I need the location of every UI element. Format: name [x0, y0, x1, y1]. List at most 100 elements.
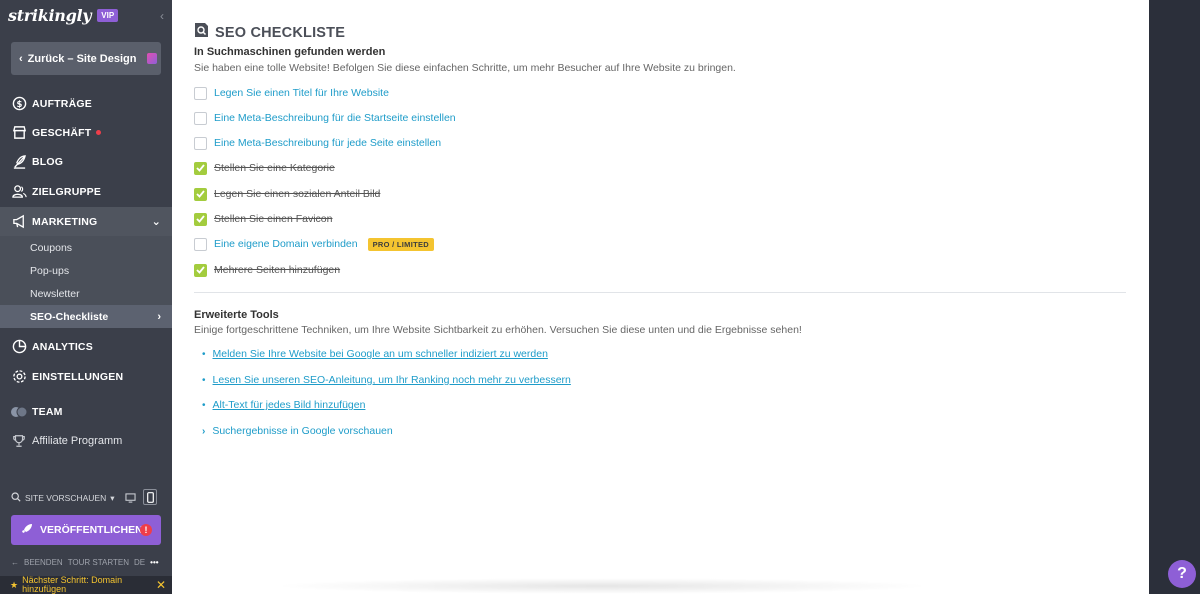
sidebar: strikingly VIP ‹ ‹ Zurück – Site Design … — [0, 0, 172, 594]
checkbox[interactable] — [194, 237, 207, 251]
checklist-label[interactable]: Eine Meta-Beschreibung für die Startseit… — [214, 112, 456, 124]
checkbox-checked[interactable] — [194, 161, 207, 175]
sidebar-item-affiliate[interactable]: Affiliate Programm — [0, 429, 172, 453]
site-preview-toggle[interactable]: SITE VORSCHAUEN ▾ — [11, 489, 161, 507]
vip-badge: VIP — [97, 9, 119, 22]
exit-tour-link[interactable]: BEENDEN — [24, 558, 63, 567]
page-title: SEO CHECKLISTE — [215, 24, 346, 41]
link-text[interactable]: Lesen Sie unseren SEO-Anleitung, um Ihr … — [213, 374, 571, 386]
sidebar-item-analytics[interactable]: ANALYTICS — [0, 332, 172, 361]
link-text[interactable]: Alt-Text für jedes Bild hinzufügen — [213, 399, 366, 411]
back-to-site-design-button[interactable]: ‹ Zurück – Site Design — [11, 42, 161, 75]
help-button[interactable]: ? — [1168, 560, 1196, 588]
checkmark-icon — [196, 190, 205, 198]
checklist-label: Mehrere Seiten hinzufügen — [214, 264, 341, 276]
sidebar-subitem-popups[interactable]: Pop-ups — [0, 259, 172, 282]
section-desc-search-engines: Sie haben eine tolle Website! Befolgen S… — [194, 62, 736, 74]
sidebar-item-blog[interactable]: BLOG — [0, 147, 172, 176]
checklist-item[interactable]: Eine Meta-Beschreibung für die Startseit… — [194, 110, 456, 126]
store-icon — [11, 125, 27, 141]
sidebar-item-settings[interactable]: EINSTELLUNGEN — [0, 362, 172, 391]
chevron-down-icon: ⌄ — [151, 216, 161, 228]
checklist-label[interactable]: Legen Sie einen Titel für Ihre Website — [214, 87, 389, 99]
tour-controls: ← BEENDEN TOUR STARTEN DE ••• — [11, 558, 161, 567]
seo-search-icon — [194, 22, 209, 43]
checklist-item[interactable]: Eine Meta-Beschreibung für jede Seite ei… — [194, 135, 441, 151]
section-desc-advanced-tools: Einige fortgeschrittene Techniken, um Ih… — [194, 324, 802, 336]
search-icon — [11, 492, 21, 504]
chevron-right-icon: › — [157, 310, 161, 323]
team-avatars-icon — [11, 404, 27, 420]
chevron-left-icon: ‹ — [19, 52, 23, 65]
sidebar-item-audience[interactable]: ZIELGRUPPE — [0, 177, 172, 206]
star-icon: ★ — [10, 579, 19, 590]
collapse-sidebar-icon[interactable]: ‹ — [160, 9, 164, 23]
start-tour-link[interactable]: TOUR STARTEN — [68, 558, 129, 567]
checklist-item[interactable]: Stellen Sie einen Favicon — [194, 211, 333, 227]
section-title-search-engines: In Suchmaschinen gefunden werden — [194, 46, 386, 58]
subitem-label: Pop-ups — [30, 264, 70, 277]
sidebar-item-marketing[interactable]: MARKETING ⌄ — [0, 207, 172, 236]
rocket-icon — [21, 523, 33, 538]
checklist-item[interactable]: Mehrere Seiten hinzufügen — [194, 262, 340, 278]
mobile-preview-icon[interactable] — [143, 489, 157, 505]
checklist-label: Stellen Sie einen Favicon — [214, 213, 333, 225]
sidebar-subitem-newsletter[interactable]: Newsletter — [0, 282, 172, 305]
sidebar-item-label: ANALYTICS — [32, 340, 93, 353]
link-text[interactable]: Melden Sie Ihre Website bei Google an um… — [213, 348, 548, 360]
bullet: • — [202, 399, 206, 411]
advanced-tool-link[interactable]: • Melden Sie Ihre Website bei Google an … — [202, 346, 548, 362]
bullet: • — [202, 374, 206, 386]
sidebar-item-label: MARKETING — [32, 215, 98, 228]
google-preview-toggle[interactable]: › Suchergebnisse in Google vorschauen — [202, 423, 393, 439]
decorative-shadow — [272, 578, 932, 594]
checklist-label: Stellen Sie eine Kategorie — [214, 162, 335, 174]
chevron-right-icon: › — [202, 425, 206, 437]
gear-icon — [11, 369, 27, 385]
site-design-icon — [147, 53, 158, 64]
sidebar-item-label: Affiliate Programm — [32, 435, 123, 447]
sidebar-item-label: GESCHÄFT — [32, 126, 92, 139]
warning-icon: ! — [140, 524, 152, 536]
checkbox[interactable] — [194, 136, 207, 150]
arrow-left-icon: ← — [11, 558, 19, 567]
next-step-banner[interactable]: ★ Nächster Schritt: Domain hinzufügen ✕ — [0, 576, 172, 594]
users-icon — [11, 184, 27, 200]
checklist-item[interactable]: Legen Sie einen sozialen Anteil Bild — [194, 186, 380, 202]
checklist-label[interactable]: Eine eigene Domain verbinden — [214, 238, 358, 250]
checkbox-checked[interactable] — [194, 212, 207, 226]
preview-label: SITE VORSCHAUEN — [25, 493, 107, 503]
subitem-label: Coupons — [30, 241, 73, 254]
sidebar-subitem-seo-checklist[interactable]: SEO-Checkliste › — [0, 305, 172, 328]
checklist-item[interactable]: Eine eigene Domain verbinden PRO / LIMIT… — [194, 236, 435, 252]
page-header: SEO CHECKLISTE — [194, 22, 345, 43]
close-icon[interactable]: ✕ — [156, 579, 166, 591]
section-divider — [194, 292, 1126, 293]
quill-icon — [11, 154, 27, 170]
checkmark-icon — [196, 164, 205, 172]
checklist-item[interactable]: Stellen Sie eine Kategorie — [194, 160, 335, 176]
sidebar-item-label: BLOG — [32, 155, 64, 168]
sidebar-subitem-coupons[interactable]: Coupons — [0, 236, 172, 259]
desktop-preview-icon[interactable] — [123, 490, 137, 506]
subitem-label: SEO-Checkliste — [30, 310, 109, 323]
sidebar-item-store[interactable]: GESCHÄFT — [0, 118, 172, 147]
sidebar-item-orders[interactable]: $ AUFTRÄGE — [0, 89, 172, 118]
link-text[interactable]: Suchergebnisse in Google vorschauen — [212, 425, 392, 437]
megaphone-icon — [11, 214, 27, 230]
advanced-tool-link[interactable]: • Lesen Sie unseren SEO-Anleitung, um Ih… — [202, 372, 571, 388]
checkbox-checked[interactable] — [194, 187, 207, 201]
checklist-label[interactable]: Eine Meta-Beschreibung für jede Seite ei… — [214, 137, 441, 149]
publish-button[interactable]: VERÖFFENTLICHEN ! — [11, 515, 161, 545]
checkbox[interactable] — [194, 86, 207, 100]
advanced-tool-link[interactable]: • Alt-Text für jedes Bild hinzufügen — [202, 397, 365, 413]
brand[interactable]: strikingly VIP — [8, 6, 119, 25]
sidebar-item-team[interactable]: TEAM — [0, 397, 172, 426]
more-dots-icon[interactable]: ••• — [150, 558, 158, 567]
checklist-item[interactable]: Legen Sie einen Titel für Ihre Website — [194, 85, 389, 101]
notification-dot — [96, 130, 102, 135]
checkbox[interactable] — [194, 111, 207, 125]
checkbox-checked[interactable] — [194, 263, 207, 277]
checkmark-icon — [196, 266, 205, 274]
language-selector[interactable]: DE — [134, 558, 145, 567]
